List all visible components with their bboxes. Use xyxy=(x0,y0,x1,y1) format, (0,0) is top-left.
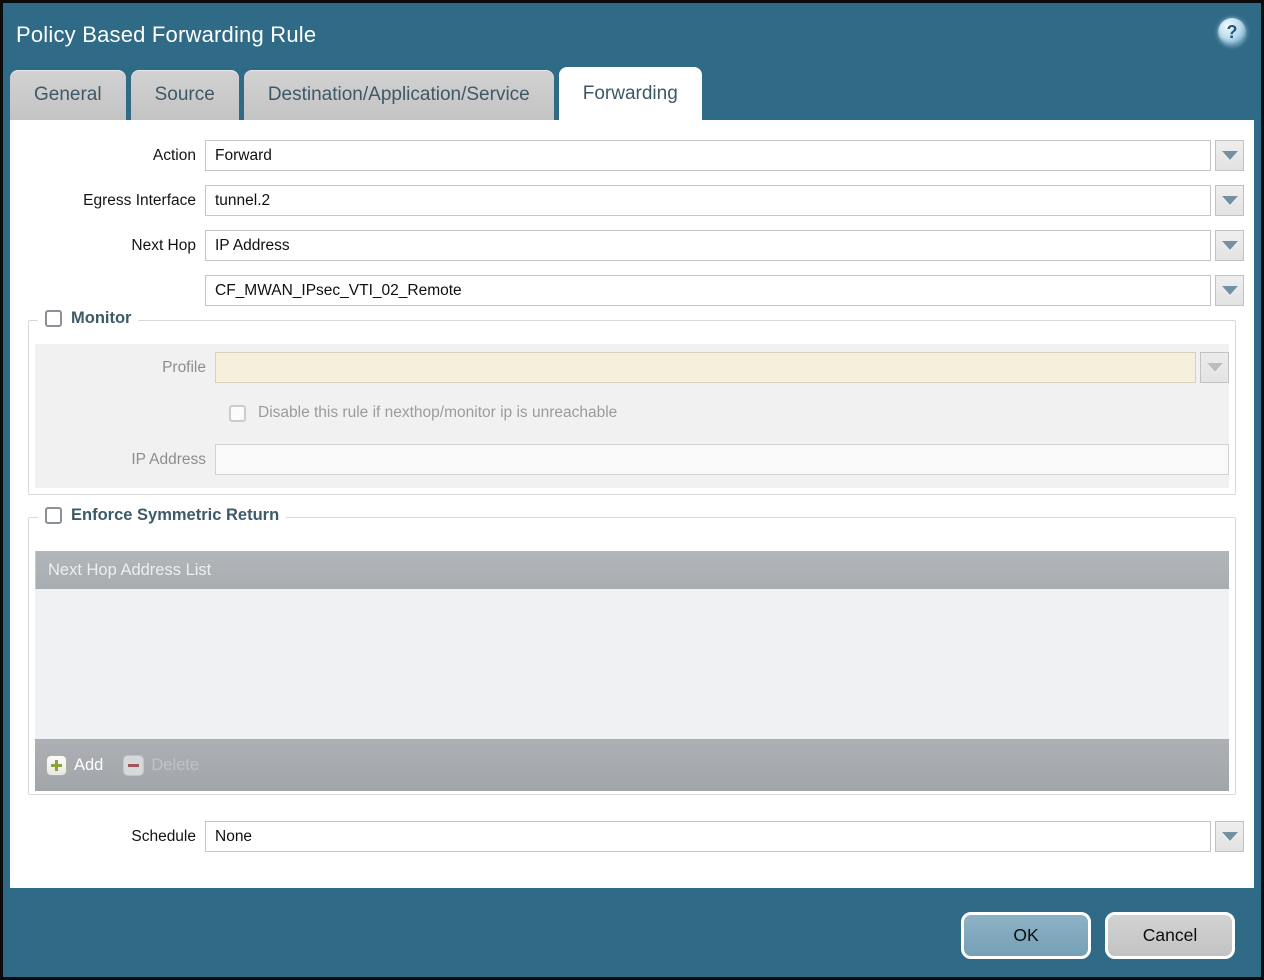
monitor-section: Monitor Profile Disabl xyxy=(28,320,1236,495)
monitor-panel: Profile Disable this rule if nexthop/mon… xyxy=(35,344,1229,488)
tab-bar: General Source Destination/Application/S… xyxy=(3,67,1261,120)
chevron-down-icon xyxy=(1222,241,1238,250)
delete-button: Delete xyxy=(123,755,199,776)
cancel-button-label: Cancel xyxy=(1143,925,1197,946)
pbf-rule-dialog: Policy Based Forwarding Rule ? General S… xyxy=(0,0,1264,980)
next-hop-combo: IP Address xyxy=(205,230,1244,261)
next-hop-address-list-toolbar: Add Delete xyxy=(35,739,1229,791)
monitor-legend: Monitor xyxy=(38,309,138,328)
tab-forwarding[interactable]: Forwarding xyxy=(559,67,702,120)
chevron-down-icon xyxy=(1222,196,1238,205)
tab-source[interactable]: Source xyxy=(131,70,239,120)
tab-content-forwarding: Action Forward Egress Interface tunnel.2 xyxy=(10,120,1254,888)
action-row: Action Forward xyxy=(10,140,1254,171)
action-combo: Forward xyxy=(205,140,1244,171)
disable-rule-label: Disable this rule if nexthop/monitor ip … xyxy=(258,404,617,422)
enforce-symmetric-return-checkbox[interactable] xyxy=(45,507,62,524)
dialog-title: Policy Based Forwarding Rule xyxy=(16,22,316,48)
schedule-row: Schedule None xyxy=(10,821,1254,852)
help-icon[interactable]: ? xyxy=(1218,18,1246,46)
tab-destination-label: Destination/Application/Service xyxy=(268,84,530,106)
schedule-label: Schedule xyxy=(10,828,205,846)
next-hop-dropdown-button[interactable] xyxy=(1215,230,1244,261)
profile-row: Profile xyxy=(35,352,1229,383)
monitor-ip-address-label: IP Address xyxy=(35,451,215,469)
delete-button-label: Delete xyxy=(151,756,199,775)
chevron-down-icon xyxy=(1207,363,1223,372)
tab-general-label: General xyxy=(34,84,102,106)
tab-general[interactable]: General xyxy=(10,70,126,120)
action-label: Action xyxy=(10,147,205,165)
profile-label: Profile xyxy=(35,359,215,377)
disable-rule-row: Disable this rule if nexthop/monitor ip … xyxy=(229,403,1229,423)
ok-button-label: OK xyxy=(1013,925,1038,946)
next-hop-address-list-body[interactable] xyxy=(35,589,1229,739)
schedule-value: None xyxy=(215,828,252,846)
help-glyph: ? xyxy=(1227,22,1238,43)
monitor-ip-address-row: IP Address xyxy=(35,444,1229,475)
egress-interface-row: Egress Interface tunnel.2 xyxy=(10,185,1254,216)
egress-interface-label: Egress Interface xyxy=(10,192,205,210)
tab-forwarding-label: Forwarding xyxy=(583,83,678,105)
monitor-title: Monitor xyxy=(71,309,131,328)
enforce-legend: Enforce Symmetric Return xyxy=(38,506,286,525)
next-hop-address-list-header: Next Hop Address List xyxy=(35,551,1229,589)
next-hop-value: IP Address xyxy=(215,237,290,255)
delete-icon xyxy=(123,755,144,776)
egress-interface-dropdown-button[interactable] xyxy=(1215,185,1244,216)
chevron-down-icon xyxy=(1222,832,1238,841)
next-hop-address-list-header-label: Next Hop Address List xyxy=(48,561,211,580)
schedule-dropdown-button[interactable] xyxy=(1215,821,1244,852)
schedule-combo: None xyxy=(205,821,1244,852)
action-select[interactable]: Forward xyxy=(205,140,1211,171)
profile-select xyxy=(215,352,1196,383)
next-hop-address-row: CF_MWAN_IPsec_VTI_02_Remote xyxy=(10,275,1254,306)
next-hop-address-select[interactable]: CF_MWAN_IPsec_VTI_02_Remote xyxy=(205,275,1211,306)
egress-interface-value: tunnel.2 xyxy=(215,192,270,210)
next-hop-label: Next Hop xyxy=(10,237,205,255)
add-icon xyxy=(46,755,67,776)
enforce-symmetric-return-section: Enforce Symmetric Return Next Hop Addres… xyxy=(28,517,1236,795)
chevron-down-icon xyxy=(1222,286,1238,295)
ok-button[interactable]: OK xyxy=(961,912,1091,959)
action-dropdown-button[interactable] xyxy=(1215,140,1244,171)
profile-combo xyxy=(215,352,1229,383)
monitor-ip-address-input xyxy=(215,444,1229,475)
add-button[interactable]: Add xyxy=(46,755,103,776)
next-hop-address-combo: CF_MWAN_IPsec_VTI_02_Remote xyxy=(205,275,1244,306)
next-hop-select[interactable]: IP Address xyxy=(205,230,1211,261)
next-hop-row: Next Hop IP Address xyxy=(10,230,1254,261)
next-hop-address-list-table: Next Hop Address List Add Delete xyxy=(35,551,1229,791)
profile-dropdown-button xyxy=(1200,352,1229,383)
chevron-down-icon xyxy=(1222,151,1238,160)
tab-source-label: Source xyxy=(155,84,215,106)
cancel-button[interactable]: Cancel xyxy=(1105,912,1235,959)
enforce-symmetric-return-title: Enforce Symmetric Return xyxy=(71,506,279,525)
monitor-checkbox[interactable] xyxy=(45,310,62,327)
dialog-titlebar: Policy Based Forwarding Rule ? xyxy=(3,3,1261,67)
next-hop-address-value: CF_MWAN_IPsec_VTI_02_Remote xyxy=(215,282,462,300)
action-value: Forward xyxy=(215,147,272,165)
schedule-select[interactable]: None xyxy=(205,821,1211,852)
dialog-footer: OK Cancel xyxy=(3,888,1261,977)
egress-interface-select[interactable]: tunnel.2 xyxy=(205,185,1211,216)
egress-interface-combo: tunnel.2 xyxy=(205,185,1244,216)
add-button-label: Add xyxy=(74,756,103,775)
disable-rule-checkbox xyxy=(229,405,246,422)
next-hop-address-dropdown-button[interactable] xyxy=(1215,275,1244,306)
tab-destination-application-service[interactable]: Destination/Application/Service xyxy=(244,70,554,120)
